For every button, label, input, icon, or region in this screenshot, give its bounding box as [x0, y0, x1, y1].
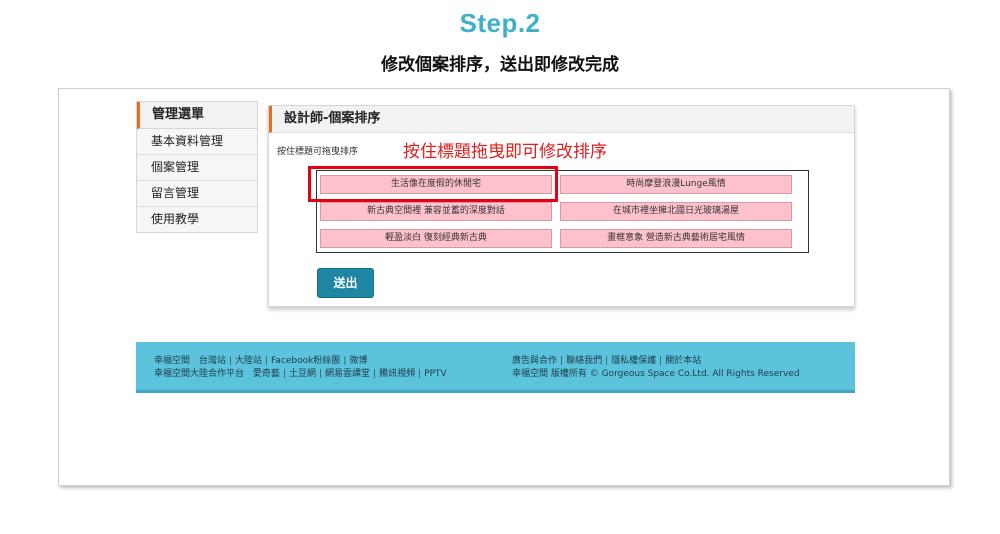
sidebar-title: 管理選單 — [137, 102, 257, 129]
footer-separator: | — [605, 356, 609, 366]
footer-left-row1: 幸福空間 台灣站 | 大陸站 | Facebook粉絲團 | 微博 — [154, 353, 367, 366]
footer-link[interactable]: 土豆網 — [289, 369, 316, 379]
step-title: Step.2 — [459, 8, 541, 38]
sidebar-item-case-management[interactable]: 個案管理 — [137, 155, 257, 181]
footer-separator: | — [318, 369, 323, 379]
footer-separator: | — [659, 356, 663, 366]
footer-separator: | — [343, 356, 347, 366]
footer-separator: | — [264, 356, 269, 366]
drag-callout: 按住標題拖曳即可修改排序 — [403, 142, 607, 162]
case-item[interactable]: 在城市裡坐擁北國日光玻璃湯屋 — [560, 202, 792, 221]
footer-right-row1: 廣告與合作 | 聯絡我們 | 隱私權保護 | 關於本站 — [512, 353, 701, 366]
footer-link[interactable]: 台灣站 — [199, 356, 226, 366]
footer-separator: | — [560, 356, 564, 366]
footer-link[interactable]: 幸福空間大陸合作平台 — [154, 369, 244, 379]
case-item[interactable]: 新古典空間裡 兼容並蓄的深度對話 — [320, 202, 552, 221]
case-sort-panel: 設計師-個案排序 按住標題可拖曳排序 按住標題拖曳即可修改排序 生活像在度假的休… — [268, 105, 855, 307]
sidebar-item-tutorial[interactable]: 使用教學 — [137, 207, 257, 232]
submit-button[interactable]: 送出 — [317, 268, 374, 298]
sidebar-item-message-management[interactable]: 留言管理 — [137, 181, 257, 207]
footer-link[interactable]: Facebook粉絲團 — [271, 356, 340, 366]
footer-separator — [193, 356, 196, 366]
case-item[interactable]: 輕盈淡白 復刻經典新古典 — [320, 229, 552, 248]
footer-link[interactable]: 關於本站 — [665, 356, 701, 366]
footer-link[interactable]: 幸福空間 — [154, 356, 190, 366]
sidebar-menu: 管理選單 基本資料管理 個案管理 留言管理 使用教學 — [136, 101, 258, 233]
footer-left-row2: 幸福空間大陸合作平台 愛奇藝 | 土豆網 | 網易雲課堂 | 騰訊視頻 | PPTV — [154, 366, 447, 379]
drag-hint: 按住標題可拖曳排序 — [277, 147, 359, 157]
screenshot-frame: 管理選單 基本資料管理 個案管理 留言管理 使用教學 設計師-個案排序 按住標題… — [58, 88, 950, 486]
footer-link[interactable]: 愛奇藝 — [253, 369, 280, 379]
footer-separator: | — [228, 356, 232, 366]
footer-separator — [247, 369, 250, 379]
highlight-box — [308, 166, 558, 202]
footer-link[interactable]: 網易雲課堂 — [325, 369, 370, 379]
footer-link[interactable]: 微博 — [349, 356, 367, 366]
panel-title: 設計師-個案排序 — [269, 106, 854, 133]
case-item[interactable]: 時尚摩登浪漫Lunge風情 — [560, 175, 792, 194]
step-subtitle: 修改個案排序，送出即修改完成 — [381, 55, 619, 75]
case-item[interactable]: 畫框意象 營造新古典藝術居宅風情 — [560, 229, 792, 248]
footer-link[interactable]: 聯絡我們 — [566, 356, 602, 366]
site-footer: 幸福空間 台灣站 | 大陸站 | Facebook粉絲團 | 微博 幸福空間大陸合作平台 愛… — [136, 342, 855, 393]
footer-separator: | — [282, 369, 286, 379]
footer-separator: | — [418, 369, 422, 379]
footer-link[interactable]: 大陸站 — [235, 356, 262, 366]
footer-link[interactable]: PPTV — [424, 369, 447, 379]
footer-link[interactable]: 隱私權保護 — [611, 356, 656, 366]
sidebar-item-basic-info[interactable]: 基本資料管理 — [137, 129, 257, 155]
footer-link[interactable]: 廣告與合作 — [512, 356, 557, 366]
footer-copyright: 幸福空間 版權所有 © Gorgeous Space Co.Ltd. All R… — [512, 369, 800, 379]
footer-separator: | — [373, 369, 377, 379]
footer-link[interactable]: 騰訊視頻 — [379, 369, 415, 379]
